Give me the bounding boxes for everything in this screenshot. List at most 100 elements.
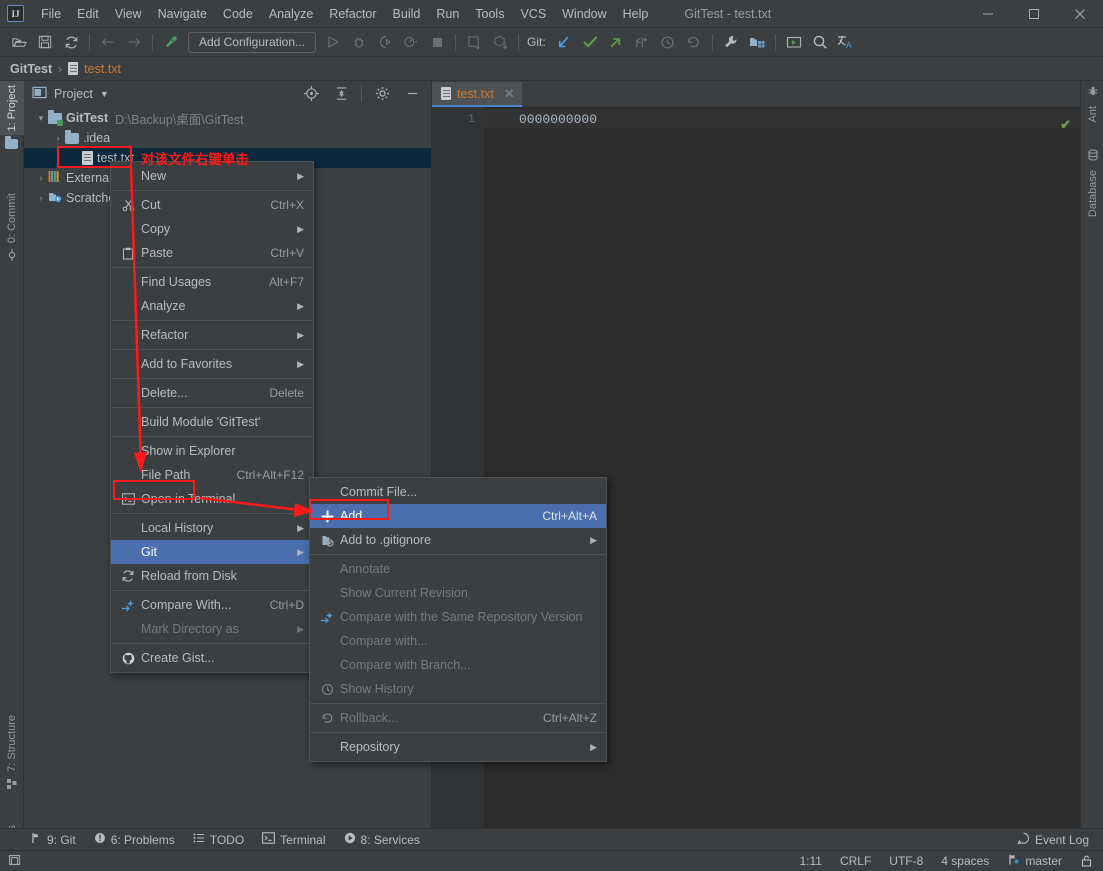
menu-item-window[interactable]: Window: [554, 4, 614, 24]
translate-icon[interactable]: A: [835, 31, 857, 53]
sidebar-item-ant[interactable]: Ant: [1081, 85, 1103, 127]
menu-item-tools[interactable]: Tools: [467, 4, 512, 24]
lock-icon[interactable]: [1080, 854, 1093, 868]
menu-item-file-path[interactable]: File Path Ctrl+Alt+F12: [111, 463, 313, 487]
select-opened-file-icon[interactable]: [300, 83, 322, 105]
menu-item-build-module-gittest[interactable]: Build Module 'GitTest': [111, 410, 313, 434]
menu-item-add-to-favorites[interactable]: Add to Favorites ▶: [111, 352, 313, 376]
hide-panel-icon[interactable]: [401, 83, 423, 105]
git-branch-widget[interactable]: master: [1007, 853, 1062, 869]
menu-item-refactor[interactable]: Refactor ▶: [111, 323, 313, 347]
breadcrumb-project[interactable]: GitTest: [10, 62, 52, 76]
run-anything-icon[interactable]: [783, 31, 805, 53]
menu-item-build[interactable]: Build: [385, 4, 429, 24]
tree-expand-arrow[interactable]: ›: [34, 193, 48, 203]
menu-item-reload-from-disk[interactable]: Reload from Disk: [111, 564, 313, 588]
package-download-icon[interactable]: [489, 31, 511, 53]
menu-item-run[interactable]: Run: [428, 4, 467, 24]
menu-item-commit-file[interactable]: Commit File...: [310, 480, 606, 504]
close-icon[interactable]: ✕: [504, 86, 515, 102]
sidebar-item-database[interactable]: Database: [1081, 149, 1103, 221]
menu-item-vcs[interactable]: VCS: [512, 4, 554, 24]
menu-item-repository[interactable]: Repository ▶: [310, 735, 606, 759]
bottom-item-services[interactable]: 8: Services: [344, 832, 420, 847]
menu-item-view[interactable]: View: [107, 4, 150, 24]
debug-icon[interactable]: [348, 31, 370, 53]
gear-icon[interactable]: [371, 83, 393, 105]
collapse-all-icon[interactable]: [330, 83, 352, 105]
branches-icon[interactable]: [631, 31, 653, 53]
editor-tab-test-txt[interactable]: test.txt ✕: [432, 82, 522, 107]
menu-item-show-in-explorer[interactable]: Show in Explorer: [111, 439, 313, 463]
menu-item-code[interactable]: Code: [215, 4, 261, 24]
tree-expand-arrow[interactable]: ›: [34, 173, 48, 183]
rollback-icon[interactable]: [683, 31, 705, 53]
file-encoding[interactable]: UTF-8: [889, 854, 923, 868]
sync-icon[interactable]: [60, 31, 82, 53]
tree-expand-arrow[interactable]: ›: [51, 133, 65, 143]
close-button[interactable]: [1057, 0, 1103, 28]
profile-icon[interactable]: [400, 31, 422, 53]
open-icon[interactable]: [8, 31, 30, 53]
tree-node-idea[interactable]: › .idea: [24, 128, 431, 148]
menu-item-open-in-terminal[interactable]: Open in Terminal: [111, 487, 313, 511]
menu-item-analyze[interactable]: Analyze ▶: [111, 294, 313, 318]
save-all-icon[interactable]: [34, 31, 56, 53]
menu-item-add[interactable]: Add Ctrl+Alt+A: [310, 504, 606, 528]
maximize-button[interactable]: [1011, 0, 1057, 28]
sidebar-item-commit[interactable]: 0: Commit: [0, 189, 24, 264]
commit-icon[interactable]: [579, 31, 601, 53]
inspection-status-icon[interactable]: ✔: [1060, 117, 1071, 133]
run-with-coverage-icon[interactable]: [374, 31, 396, 53]
menu-item-file[interactable]: File: [33, 4, 69, 24]
wrench-settings-icon[interactable]: [720, 31, 742, 53]
bottom-item-terminal[interactable]: Terminal: [262, 832, 326, 847]
search-icon[interactable]: [809, 31, 831, 53]
build-hammer-icon[interactable]: [160, 31, 182, 53]
menu-item-compare-with[interactable]: Compare With... Ctrl+D: [111, 593, 313, 617]
line-separator[interactable]: CRLF: [840, 854, 871, 868]
event-log-button[interactable]: Event Log: [1017, 832, 1103, 848]
menu-item-label: Compare with...: [340, 634, 428, 648]
indent-setting[interactable]: 4 spaces: [941, 854, 989, 868]
layout-icon[interactable]: [8, 853, 22, 870]
bottom-item-todo[interactable]: TODO: [193, 832, 244, 847]
history-icon[interactable]: [657, 31, 679, 53]
menu-item-refactor[interactable]: Refactor: [321, 4, 384, 24]
tree-expand-arrow[interactable]: ▾: [34, 113, 48, 124]
menu-item-create-gist[interactable]: Create Gist...: [111, 646, 313, 670]
back-arrow-icon[interactable]: [97, 31, 119, 53]
forward-arrow-icon[interactable]: [123, 31, 145, 53]
stop-icon[interactable]: [426, 31, 448, 53]
bottom-item-problems[interactable]: 6: Problems: [94, 832, 175, 847]
chevron-down-icon[interactable]: ▼: [100, 89, 109, 99]
hide-window-icon[interactable]: [463, 31, 485, 53]
menu-item-local-history[interactable]: Local History ▶: [111, 516, 313, 540]
sidebar-item-project[interactable]: 1: Project: [0, 81, 24, 136]
sidebar-item-structure[interactable]: 7: Structure: [0, 711, 24, 793]
menu-item-help[interactable]: Help: [615, 4, 657, 24]
run-icon[interactable]: [322, 31, 344, 53]
menu-item-paste[interactable]: Paste Ctrl+V: [111, 241, 313, 265]
bottom-item-git[interactable]: 9: Git: [30, 832, 76, 847]
run-configuration-selector[interactable]: Add Configuration...: [188, 31, 316, 53]
menu-item-analyze[interactable]: Analyze: [261, 4, 321, 24]
tree-node-gittest[interactable]: ▾ GitTest D:\Backup\桌面\GitTest: [24, 108, 431, 128]
menu-item-navigate[interactable]: Navigate: [150, 4, 215, 24]
menu-item-delete[interactable]: Delete... Delete: [111, 381, 313, 405]
context-menu[interactable]: New ▶ Cut Ctrl+X Copy ▶ Paste Ctrl+V Find Usages…: [110, 161, 314, 673]
menu-item-copy[interactable]: Copy ▶: [111, 217, 313, 241]
project-structure-icon[interactable]: [746, 31, 768, 53]
caret-position[interactable]: 1:11: [799, 854, 821, 868]
menu-item-add-to-gitignore[interactable]: Add to .gitignore ▶: [310, 528, 606, 552]
breadcrumb-file[interactable]: test.txt: [84, 62, 121, 76]
update-project-icon[interactable]: [553, 31, 575, 53]
git-submenu[interactable]: Commit File... Add Ctrl+Alt+A Add to .gitig…: [309, 477, 607, 762]
menu-item-git[interactable]: Git ▶: [111, 540, 313, 564]
ij-logo-icon[interactable]: IJ: [7, 5, 24, 22]
menu-item-edit[interactable]: Edit: [69, 4, 107, 24]
menu-item-cut[interactable]: Cut Ctrl+X: [111, 193, 313, 217]
menu-item-find-usages[interactable]: Find Usages Alt+F7: [111, 270, 313, 294]
push-icon[interactable]: [605, 31, 627, 53]
minimize-button[interactable]: [965, 0, 1011, 28]
